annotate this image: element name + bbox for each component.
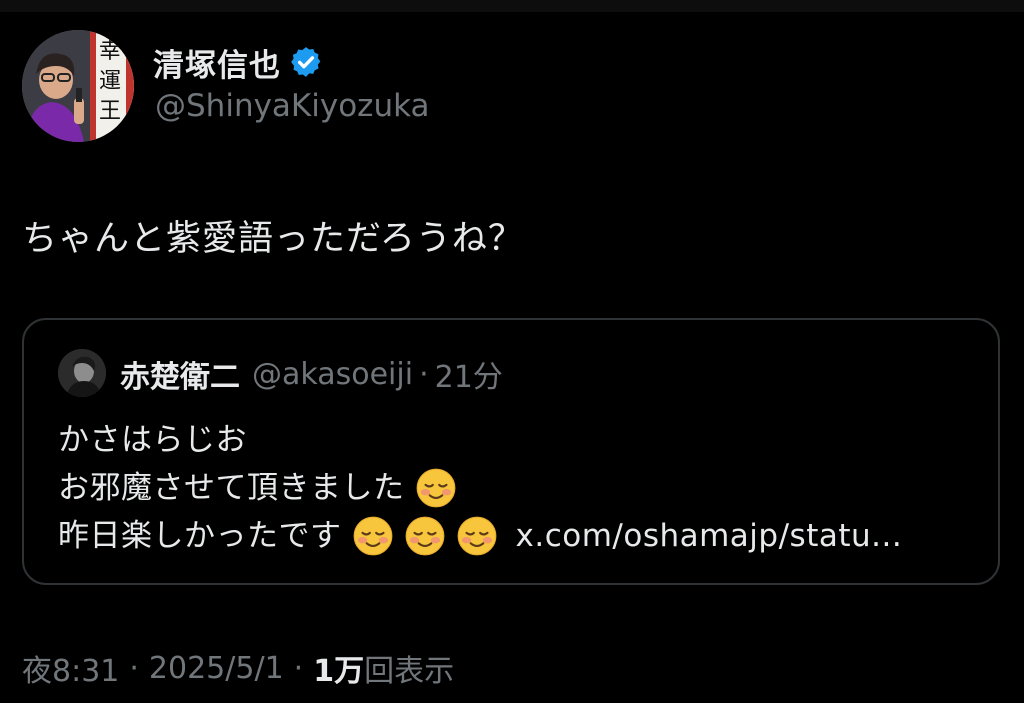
smiling-face-emoji-icon [456, 515, 498, 557]
views-label: 回表示 [364, 654, 455, 689]
quoted-tweet-card[interactable]: 赤楚衛二 @akasoeiji · 21分 かさはらじお お邪魔させて頂きました [22, 318, 1000, 585]
tweet-date[interactable]: 2025/5/1 [149, 651, 284, 686]
tweet-text: ちゃんと紫愛語っただろうね？ [22, 219, 524, 259]
quote-author-handle[interactable]: @akasoeiji [252, 357, 413, 392]
avatar-photo-icon: 幸 運 王 [22, 30, 134, 142]
quote-author-name[interactable]: 赤楚衛二 [120, 352, 240, 396]
author-name-row[interactable]: 清塚信也 [153, 40, 323, 84]
quote-line: かさはらじお [58, 416, 902, 464]
meta-separator: · [293, 650, 304, 686]
meta-separator: · [129, 650, 139, 686]
quote-link[interactable]: x.com/oshamajp/statu... [516, 512, 903, 560]
svg-text:幸: 幸 [99, 39, 121, 64]
quote-line: 昨日楽しかったです x.com/oshamajp/statu... [58, 512, 902, 560]
author-avatar[interactable]: 幸 運 王 [22, 30, 134, 142]
author-display-name[interactable]: 清塚信也 [153, 40, 281, 85]
quote-author-avatar[interactable] [58, 349, 106, 397]
svg-text:運: 運 [99, 69, 121, 94]
top-bar [0, 0, 1024, 12]
tweet-meta: 夜8:31 · 2025/5/1 · 1万 回表示 [22, 646, 454, 690]
quote-line-text: お邪魔させて頂きました [58, 470, 405, 506]
quote-body: かさはらじお お邪魔させて頂きました 昨日楽しかったです x.com/osham… [58, 416, 902, 560]
tweet-time[interactable]: 夜8:31 [22, 646, 119, 690]
svg-text:王: 王 [99, 99, 121, 124]
quote-line-text: かさはらじお [58, 422, 247, 458]
quote-avatar-photo-icon [58, 349, 106, 397]
smiling-face-emoji-icon [352, 515, 394, 557]
verified-badge-icon [289, 45, 323, 79]
author-handle[interactable]: @ShinyaKiyozuka [155, 88, 430, 124]
quote-header: 赤楚衛二 @akasoeiji · 21分 [120, 352, 503, 396]
quote-timestamp[interactable]: 21分 [435, 352, 503, 396]
smiling-face-emoji-icon [415, 467, 457, 509]
views-count[interactable]: 1万 [313, 646, 364, 690]
quote-line-text: 昨日楽しかったです [58, 518, 342, 554]
smiling-face-emoji-icon [404, 515, 446, 557]
quote-line: お邪魔させて頂きました [58, 464, 902, 512]
quote-separator: · [419, 356, 429, 392]
